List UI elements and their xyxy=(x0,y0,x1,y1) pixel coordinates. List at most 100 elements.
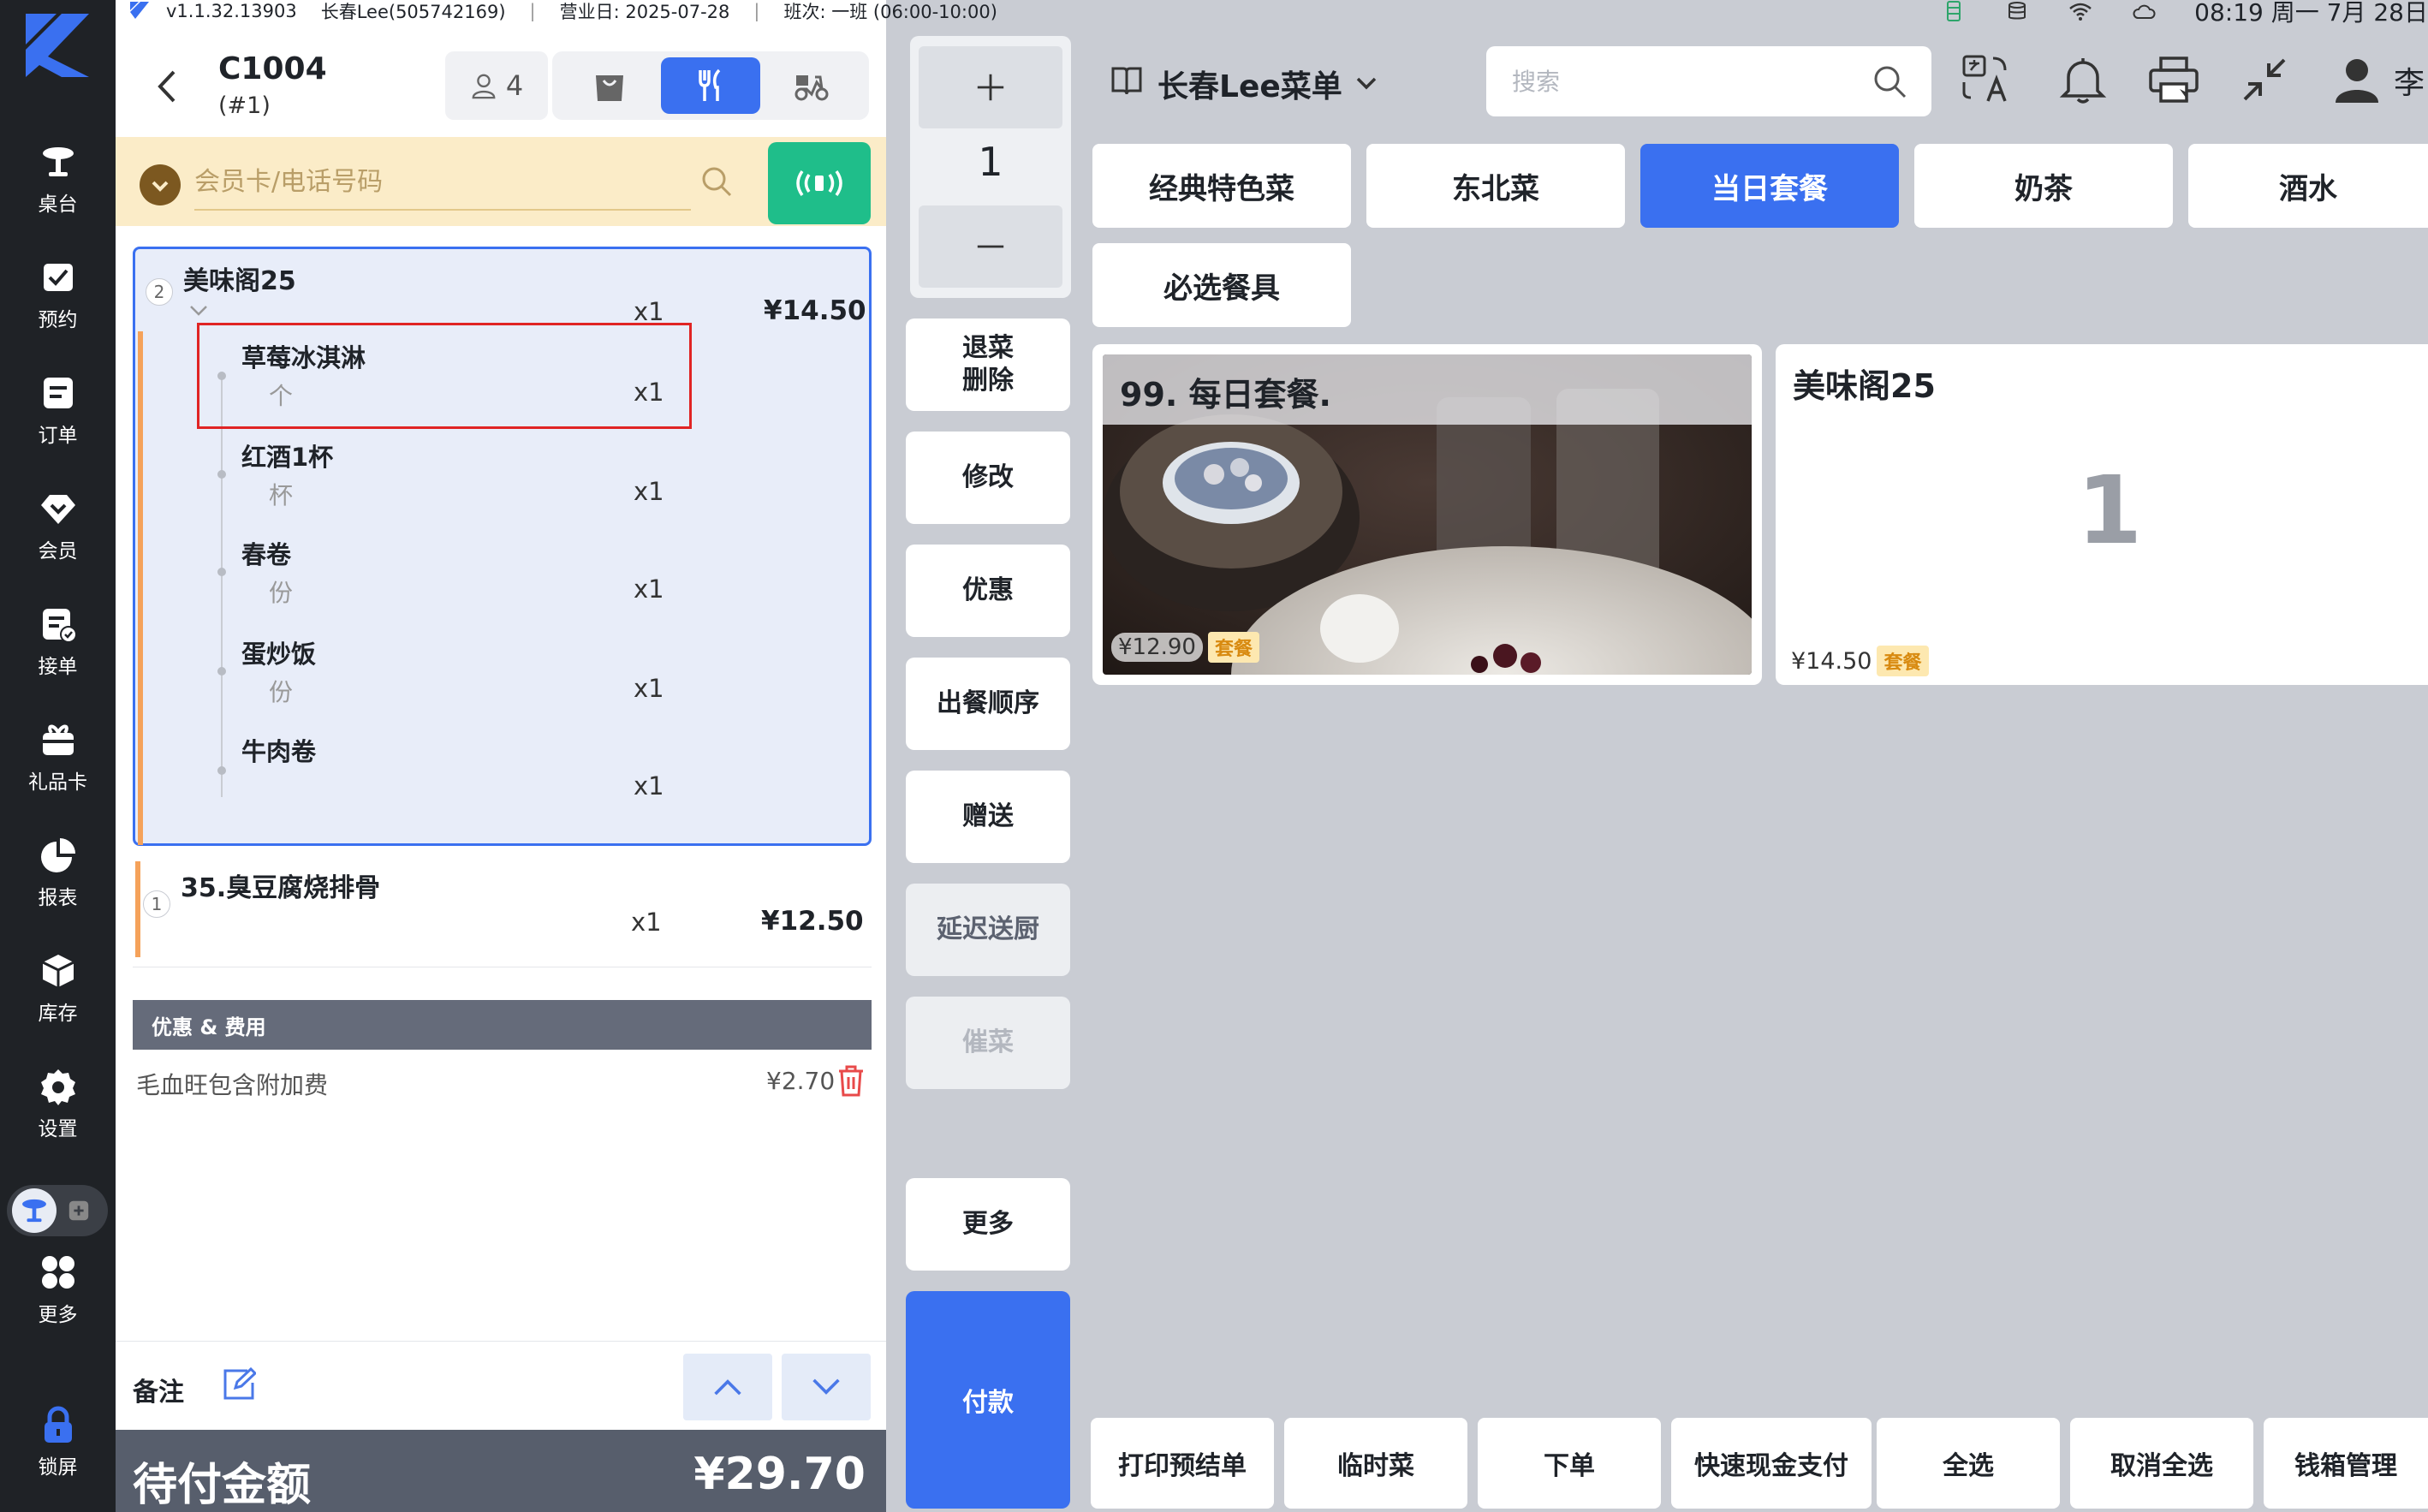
cash-drawer-button[interactable]: 钱箱管理 xyxy=(2264,1418,2428,1509)
serving-order-button[interactable]: 出餐顺序 xyxy=(906,658,1070,750)
item-qty: x1 xyxy=(634,297,664,326)
scroll-down-button[interactable] xyxy=(782,1354,871,1420)
plus-icon xyxy=(977,74,1004,101)
quick-switch[interactable] xyxy=(7,1185,108,1236)
sidebar-item-settings[interactable]: 设置 xyxy=(0,1057,116,1152)
database-icon xyxy=(2008,2,2026,20)
sidebar-item-reservations[interactable]: 预约 xyxy=(0,248,116,342)
business-day: 营业日: 2025-07-28 xyxy=(559,2,730,22)
printer-icon[interactable] xyxy=(2147,53,2200,106)
sidebar-item-tables[interactable]: 桌台 xyxy=(0,133,116,227)
wifi-icon xyxy=(2069,3,2092,21)
table-icon xyxy=(22,1199,46,1223)
sub-item-qty: x1 xyxy=(634,771,664,801)
dish-card[interactable]: 美味阁25 1 ¥14.50 套餐 xyxy=(1776,344,2428,685)
sidebar-item-gift-card[interactable]: 礼品卡 xyxy=(0,711,116,805)
table-icon xyxy=(42,147,74,176)
menu-search xyxy=(1486,46,1931,116)
quick-switch-add[interactable] xyxy=(62,1194,96,1228)
deselect-all-button[interactable]: 取消全选 xyxy=(2070,1418,2253,1509)
discount-button[interactable]: 优惠 xyxy=(906,545,1070,637)
sidebar-item-lock[interactable]: 锁屏 xyxy=(0,1396,116,1490)
guest-count-button[interactable]: 4 xyxy=(445,51,548,120)
sidebar-item-label: 礼品卡 xyxy=(28,771,87,794)
delay-kitchen-button[interactable]: 延迟送厨 xyxy=(906,884,1070,976)
sidebar-item-inventory[interactable]: 库存 xyxy=(0,942,116,1036)
more-icon xyxy=(41,1256,74,1289)
qty-minus-button[interactable] xyxy=(919,205,1062,288)
order-item[interactable]: 1 35.臭豆腐烧排骨 x1 ¥12.50 xyxy=(133,854,872,967)
fees-header: 优惠 & 费用 xyxy=(133,1000,872,1050)
sidebar-item-orders[interactable]: 订单 xyxy=(0,364,116,458)
member-icon xyxy=(40,495,75,524)
qty-plus-button[interactable] xyxy=(919,46,1062,128)
set-meal-badge: 套餐 xyxy=(1207,632,1259,663)
back-icon[interactable] xyxy=(150,65,184,108)
nfc-read-button[interactable] xyxy=(768,142,871,224)
sidebar: 桌台 预约 订单 会员 接单 礼品卡 报表 库存 设置 更多 锁屏 xyxy=(0,0,116,1512)
item-index: 1 xyxy=(143,890,170,918)
place-order-button[interactable]: 下单 xyxy=(1478,1418,1661,1509)
sidebar-item-label: 预约 xyxy=(38,309,78,331)
member-input[interactable] xyxy=(194,154,691,211)
total-bar: 待付金额 ¥29.70 xyxy=(116,1430,886,1512)
temp-dish-button[interactable]: 临时菜 xyxy=(1284,1418,1467,1509)
select-all-button[interactable]: 全选 xyxy=(1877,1418,2060,1509)
mode-dine-in-button[interactable] xyxy=(661,57,760,114)
scroll-up-button[interactable] xyxy=(683,1354,772,1420)
collapse-icon[interactable] xyxy=(2238,53,2291,106)
quick-cash-pay-button[interactable]: 快速现金支付 xyxy=(1671,1418,1872,1509)
category-tableware[interactable]: 必选餐具 xyxy=(1092,243,1351,327)
sidebar-item-members[interactable]: 会员 xyxy=(0,479,116,574)
chevron-down-icon xyxy=(812,1378,840,1395)
menu-book-icon xyxy=(1111,67,1142,95)
order-header: C1004 (#1) 4 xyxy=(116,22,886,137)
category-northeast[interactable]: 东北菜 xyxy=(1366,144,1625,228)
chevron-down-icon[interactable] xyxy=(1353,70,1380,96)
void-delete-button[interactable]: 退菜 删除 xyxy=(906,318,1070,411)
modify-button[interactable]: 修改 xyxy=(906,432,1070,524)
category-classic[interactable]: 经典特色菜 xyxy=(1092,144,1351,228)
category-daily-set[interactable]: 当日套餐 xyxy=(1640,144,1899,228)
mode-takeaway-button[interactable] xyxy=(560,57,659,114)
quick-switch-tables[interactable] xyxy=(12,1188,57,1233)
store-name: 长春Lee(505742169) xyxy=(320,2,506,22)
order-panel: C1004 (#1) 4 2 xyxy=(116,0,886,1512)
chevron-down-icon[interactable] xyxy=(188,304,209,318)
search-icon[interactable] xyxy=(1872,63,1907,99)
pay-button[interactable]: 付款 xyxy=(906,1291,1070,1509)
category-drinks[interactable]: 酒水 xyxy=(2188,144,2428,228)
edit-icon[interactable] xyxy=(222,1367,256,1402)
item-price: ¥14.50 xyxy=(764,295,866,326)
quantity-stepper: 1 xyxy=(910,36,1071,298)
trash-icon[interactable] xyxy=(835,1063,867,1098)
sub-item-qty: x1 xyxy=(634,574,664,604)
sub-item-name: 蛋炒饭 xyxy=(241,640,317,669)
accept-order-icon xyxy=(42,609,77,643)
nfc-icon xyxy=(796,170,842,197)
sidebar-item-reports[interactable]: 报表 xyxy=(0,826,116,920)
search-icon[interactable] xyxy=(699,164,734,199)
gift-button[interactable]: 赠送 xyxy=(906,771,1070,863)
bell-icon[interactable] xyxy=(2056,53,2110,106)
mode-delivery-button[interactable] xyxy=(762,57,861,114)
user-avatar-icon[interactable] xyxy=(2330,53,2383,106)
sidebar-item-more[interactable]: 更多 xyxy=(0,1243,116,1337)
remark-label: 备注 xyxy=(133,1378,184,1408)
sidebar-item-label: 库存 xyxy=(38,1003,78,1025)
item-name: 35.臭豆腐烧排骨 xyxy=(181,873,381,903)
scooter-icon xyxy=(794,75,829,101)
print-pre-bill-button[interactable]: 打印预结单 xyxy=(1091,1418,1274,1509)
menu-selector[interactable]: 长春Lee菜单 xyxy=(1157,62,1342,106)
dish-card[interactable]: 99. 每日套餐. ¥12.90 套餐 xyxy=(1092,344,1762,685)
order-item-combo[interactable]: 2 美味阁25 x1 ¥14.50 草莓冰淇淋 个 x1 红酒1杯 杯 x1 春… xyxy=(133,247,872,846)
sidebar-item-accept-orders[interactable]: 接单 xyxy=(0,595,116,689)
translate-icon[interactable] xyxy=(1961,53,2014,106)
more-actions-button[interactable]: 更多 xyxy=(906,1178,1070,1271)
qty-value: 1 xyxy=(978,139,1003,185)
search-input[interactable] xyxy=(1512,60,1872,103)
sub-item-name: 红酒1杯 xyxy=(241,443,334,472)
app-version: v1.1.32.13903 xyxy=(166,1,297,21)
user-name[interactable]: 李 xyxy=(2394,58,2425,103)
category-milk-tea[interactable]: 奶茶 xyxy=(1914,144,2173,228)
